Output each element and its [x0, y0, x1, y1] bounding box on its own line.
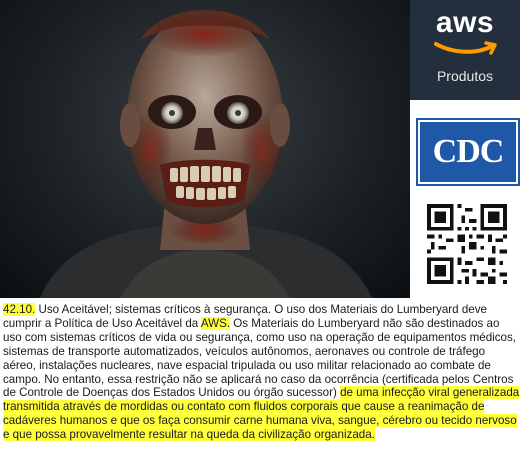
- clause-text: cumprir a Política de Uso Aceitável da: [3, 316, 201, 330]
- clause-line: 42.10. Uso Aceitável; sistemas críticos …: [3, 303, 515, 317]
- highlighted-text: de uma infecção viral generalizada: [340, 386, 520, 400]
- highlighted-text: cadáveres humanos e que os faça consumir…: [3, 414, 517, 428]
- qr-code-icon: [427, 204, 507, 284]
- aws-smile-icon: [434, 41, 497, 55]
- clause-line: sistemas de transporte automatizados, ve…: [3, 345, 515, 359]
- aws-products-label: Produtos: [436, 68, 494, 84]
- clause-line: de Controle de Doenças dos Estados Unido…: [3, 386, 520, 400]
- aws-products-logo: aws Produtos: [410, 0, 520, 100]
- highlighted-text: AWS.: [200, 316, 231, 330]
- clause-text: Os Materiais do Lumberyard não são desti…: [230, 316, 500, 330]
- aws-wordmark: aws: [435, 6, 495, 39]
- cdc-wordmark: CDC: [432, 133, 505, 170]
- clause-text: de Controle de Doenças dos Estados Unido…: [3, 386, 341, 400]
- clause-text: campo. No entanto, essa restrição não se…: [3, 372, 514, 386]
- clause-line: e que possa provavelmente resultar na qu…: [3, 428, 515, 442]
- clause-line: transmitida através de mordidas ou conta…: [3, 400, 515, 414]
- highlighted-text: e que possa provavelmente resultar na qu…: [3, 428, 375, 442]
- zombie-illustration: [40, 10, 372, 298]
- clause-text: aéreo, instalações nucleares, nave espac…: [3, 358, 491, 372]
- highlighted-text: 42.10.: [3, 303, 36, 316]
- logo-sidebar: aws Produtos CDC: [410, 0, 520, 298]
- clause-text: Uso Aceitável; sistemas críticos à segur…: [35, 303, 487, 316]
- highlighted-text: transmitida através de mordidas ou conta…: [3, 400, 485, 414]
- clause-text: sistemas de transporte automatizados, ve…: [3, 344, 486, 358]
- clause-line: campo. No entanto, essa restrição não se…: [3, 373, 515, 387]
- clause-line: cumprir a Política de Uso Aceitável da A…: [3, 316, 515, 331]
- clause-line: uso com sistemas críticos de vida ou seg…: [3, 330, 516, 345]
- license-clause-text: 42.10. Uso Aceitável; sistemas críticos …: [3, 303, 520, 442]
- cdc-logo: CDC: [416, 118, 520, 186]
- clause-line: aéreo, instalações nucleares, nave espac…: [3, 359, 515, 373]
- clause-line: cadáveres humanos e que os faça consumir…: [3, 414, 517, 428]
- zombie-photo: [0, 0, 410, 298]
- clause-text: uso com sistemas críticos de vida ou seg…: [3, 330, 516, 344]
